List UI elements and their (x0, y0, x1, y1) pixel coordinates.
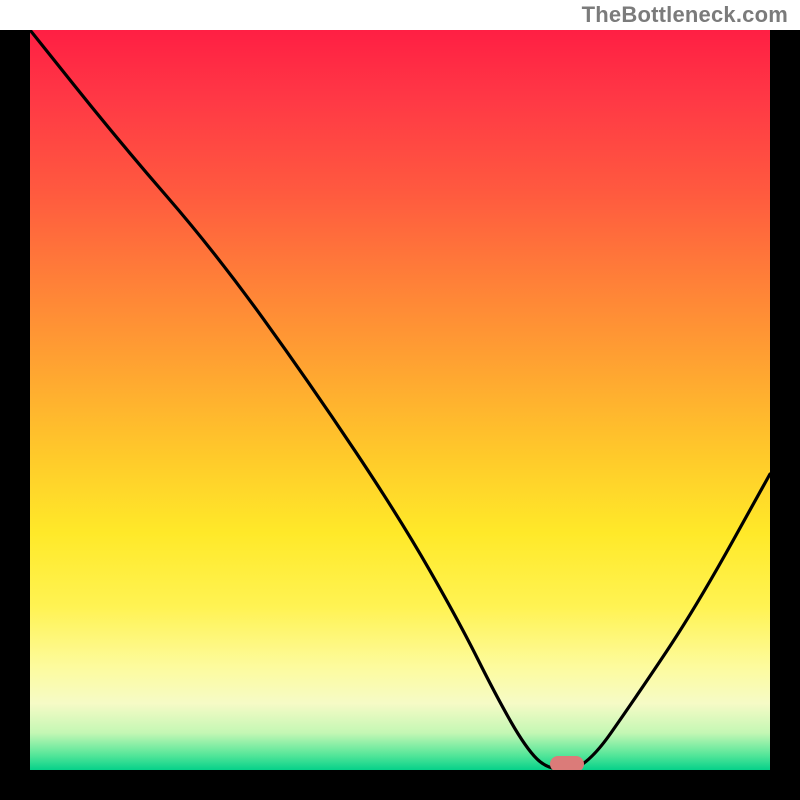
plot-frame (0, 30, 800, 800)
watermark-text: TheBottleneck.com (582, 2, 788, 28)
curve-svg (30, 30, 770, 770)
plot-area (30, 30, 770, 770)
optimal-marker (550, 756, 584, 770)
curve-path (30, 30, 770, 770)
chart-container: TheBottleneck.com (0, 0, 800, 800)
